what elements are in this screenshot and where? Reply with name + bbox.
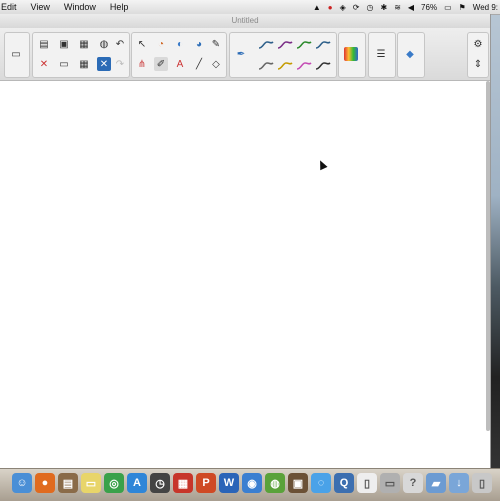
battery-icon[interactable]: ▭ [444,3,452,12]
close-box-icon[interactable]: ✕ [97,57,111,71]
battery-percent[interactable]: 76% [421,3,437,12]
select-icon[interactable]: ↖ [135,37,149,51]
delete-icon[interactable]: ✕ [37,57,51,71]
page-image-icon[interactable]: ▣ [57,37,71,51]
app-window: Untitled ▭ ▤ ▣ ▦ ◍ ↶ ✕ ▭ ▦ ✕ ↷ ↖ ◔ ◐ ◕ ✎… [0,14,491,468]
contacts-icon[interactable]: ▤ [58,473,78,493]
line-icon[interactable]: ╱ [192,57,206,71]
trash-icon[interactable]: ▯ [472,473,492,493]
whiteboard-canvas[interactable] [0,81,486,468]
shape-recognition-icon[interactable]: ◔ [154,37,168,51]
shield-icon[interactable]: ◈ [340,3,346,12]
folder-icon[interactable]: ▰ [426,473,446,493]
triangle-icon[interactable]: ▲ [313,3,321,12]
document-icon[interactable]: ▯ [357,473,377,493]
redo-icon[interactable]: ↷ [113,57,127,71]
toolbar-group-lines: ☰ [368,32,396,78]
photo-icon[interactable]: ▣ [288,473,308,493]
firefox-icon[interactable]: ● [35,473,55,493]
status-area: ▲ ● ◈ ⟳ ◷ ✱ ≋ ◀ 76% ▭ ⚑ Wed 9: [306,0,498,14]
display-icon[interactable]: ▭ [9,47,23,61]
wifi-icon[interactable]: ≋ [394,3,401,12]
menubar: Edit View Window Help ▲ ● ◈ ⟳ ◷ ✱ ≋ ◀ 76… [0,0,500,15]
pen-style-4[interactable] [315,38,331,50]
messages-icon[interactable]: ◌ [311,473,331,493]
toolbar-group-color [338,32,366,78]
pen-style-8[interactable] [315,59,331,71]
menu-edit[interactable]: Edit [1,2,17,12]
window-title: Untitled [0,14,490,28]
pen-style-2[interactable] [277,38,293,50]
vertical-scrollbar[interactable] [486,81,490,431]
download-icon[interactable]: ↓ [449,473,469,493]
menu-window[interactable]: Window [64,2,96,12]
network-icon[interactable]: ◍ [265,473,285,493]
format-icon[interactable]: ▦ [77,37,91,51]
dock: ☺ ● ▤ ▭ ◎ A ◷ ▦ P W ◉ ◍ ▣ ◌ Q ▯ ▭? ▰ ↓ ▯ [0,468,500,501]
color-palette-icon[interactable] [344,47,358,61]
line-style-icon[interactable]: ☰ [374,47,388,61]
bluetooth-icon[interactable]: ✱ [380,3,387,12]
gallery-icon[interactable]: ◍ [97,37,111,51]
chrome-icon[interactable]: ◎ [104,473,124,493]
calendar-icon[interactable]: ▦ [173,473,193,493]
clock-icon[interactable]: ◷ [367,3,374,12]
pen-style-6[interactable] [277,59,293,71]
flag-icon[interactable]: ⚑ [459,3,466,12]
undo-icon[interactable]: ↶ [113,37,127,51]
new-page-icon[interactable]: ▤ [37,37,51,51]
toolbar-group-settings: ⚙ ⇕ [467,32,489,78]
globe-icon[interactable]: ◉ [242,473,262,493]
notes-icon[interactable]: ▭ [81,473,101,493]
menu-view[interactable]: View [31,2,50,12]
help-icon[interactable]: ? [403,473,423,493]
finder-icon[interactable]: ☺ [12,473,32,493]
sync-icon[interactable]: ⟳ [353,3,360,12]
powerpoint-icon[interactable]: P [196,473,216,493]
highlighter-icon[interactable]: ✐ [154,57,168,71]
toolbar-group-page: ▤ ▣ ▦ ◍ ↶ ✕ ▭ ▦ ✕ ↷ [32,32,130,78]
printer-icon[interactable]: ▭ [380,473,400,493]
pen-style-1[interactable] [258,38,274,50]
app-store-icon[interactable]: A [127,473,147,493]
effects-icon[interactable]: ◆ [403,47,417,61]
pen-style-7[interactable] [296,59,312,71]
magic-pen-icon[interactable]: ⋔ [135,57,149,71]
preview-icon[interactable]: Q [334,473,354,493]
fill-icon[interactable]: ◕ [192,37,206,51]
volume-icon[interactable]: ◀ [408,3,414,12]
menu-help[interactable]: Help [110,2,129,12]
pen-style-5[interactable] [258,59,274,71]
pen-style-3[interactable] [296,38,312,50]
text-icon[interactable]: A [173,57,187,71]
move-toolbar-icon[interactable]: ⇕ [471,57,485,71]
eraser-tool-icon[interactable]: ◇ [209,57,223,71]
pen-icon[interactable]: ✎ [209,37,223,51]
record-icon[interactable]: ● [328,3,333,12]
toolbar-group-display: ▭ [4,32,30,78]
pen-tool-icon[interactable]: ✒ [234,47,248,61]
dashboard-icon[interactable]: ◷ [150,473,170,493]
gear-icon[interactable]: ⚙ [471,37,485,51]
word-icon[interactable]: W [219,473,239,493]
clock-text[interactable]: Wed 9: [473,3,498,12]
toolbar-group-effects: ◆ [397,32,425,78]
table-icon[interactable]: ▦ [77,57,91,71]
screen-shade-icon[interactable]: ▭ [57,57,71,71]
eraser-icon[interactable]: ◐ [173,37,187,51]
toolbar-group-tools: ↖ ◔ ◐ ◕ ✎ ⋔ ✐ A ╱ ◇ [131,32,227,78]
toolbar-group-pens: ✒ [229,32,337,78]
toolbar: ▭ ▤ ▣ ▦ ◍ ↶ ✕ ▭ ▦ ✕ ↷ ↖ ◔ ◐ ◕ ✎ ⋔ ✐ A ╱ … [0,28,490,81]
